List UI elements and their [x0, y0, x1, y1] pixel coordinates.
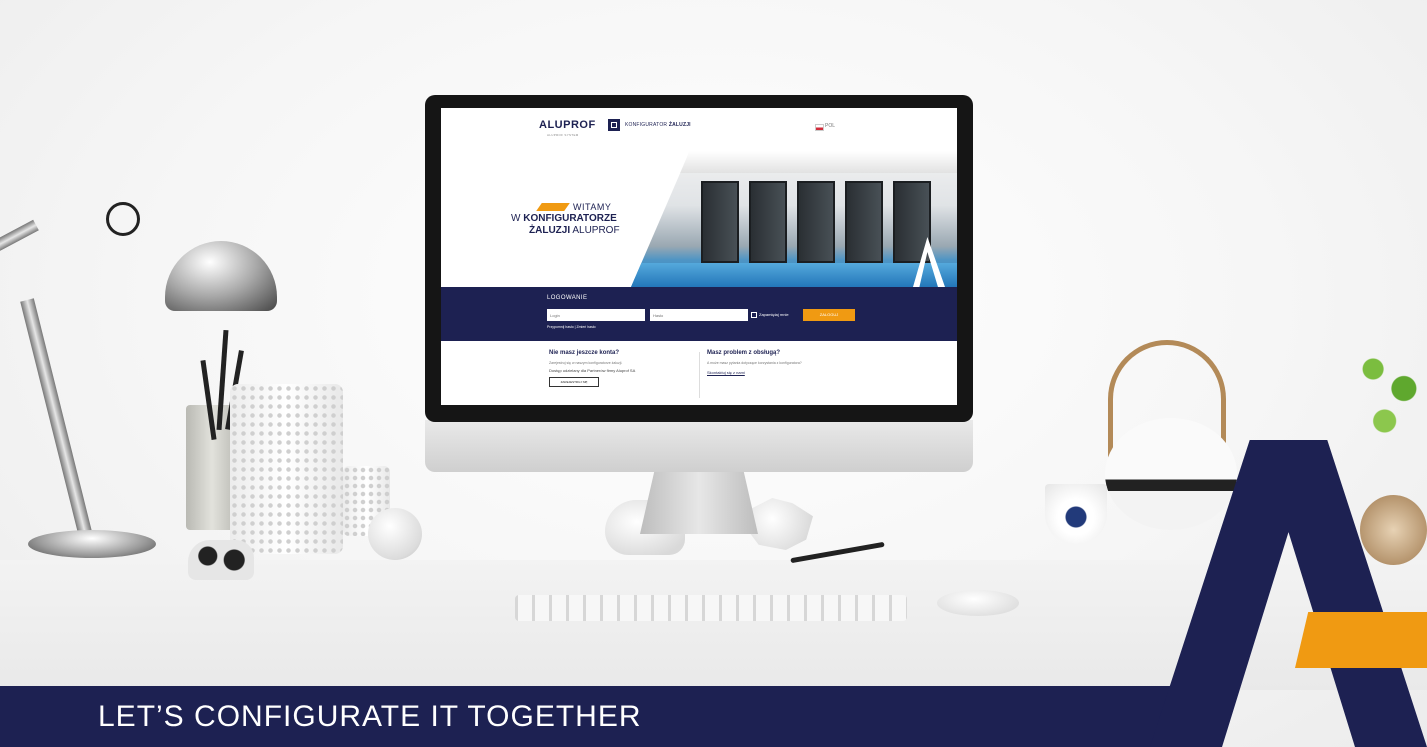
configurator-product: ŻALUZJI [668, 122, 691, 128]
hero-line-1: WITAMY [573, 202, 612, 212]
password-input[interactable] [650, 309, 748, 321]
aluprof-logo-subtitle: ALUPROF SYSTEM [547, 133, 579, 137]
plant [1350, 330, 1427, 460]
desk-scene: ALUPROF ALUPROF SYSTEM KONFIGURATOR ŻALU… [0, 0, 1427, 747]
no-account-section: Nie masz jeszcze konta? Zarejestruj się … [549, 350, 689, 387]
lamp-spring [106, 202, 140, 236]
desk-lamp-head [165, 241, 277, 311]
mouse [937, 590, 1019, 616]
hero-line-2-prefix: W [511, 213, 524, 224]
no-account-text-2: Dostęp udzielany dla Partnerów firmy Alu… [549, 368, 636, 373]
login-button[interactable]: ZALOGUJ [803, 309, 855, 321]
hero-line-3-suffix: ALUPROF [570, 225, 620, 236]
pool [631, 263, 957, 287]
hero-line-3-bold: ŻALUZJI [529, 225, 571, 236]
remember-me-label: Zapamiętaj mnie [759, 312, 789, 318]
aluprof-logo[interactable]: ALUPROF [539, 119, 596, 131]
teacup [1045, 484, 1107, 544]
house-window [797, 181, 835, 263]
monitor-screen: ALUPROF ALUPROF SYSTEM KONFIGURATOR ŻALU… [441, 108, 957, 405]
configurator-icon [608, 119, 620, 131]
no-account-heading: Nie masz jeszcze konta? [549, 350, 620, 356]
support-section: Masz problem z obsługą? A może masz pyta… [707, 350, 867, 375]
panda-figurine [188, 540, 254, 580]
wooden-ornament [1360, 495, 1427, 565]
monitor-chin [425, 420, 973, 472]
house-window [701, 181, 739, 263]
login-band: LOGOWANIE Zapamiętaj mnie ZALOGUJ Przypo… [441, 287, 957, 341]
hero-line-2: W KONFIGURATORZE [511, 213, 617, 224]
poland-flag-icon[interactable] [815, 124, 824, 131]
house-window [749, 181, 787, 263]
house-roof-slab [669, 151, 957, 173]
keyboard [515, 595, 907, 621]
banner-tagline: LET’S CONFIGURATE IT TOGETHER [98, 700, 642, 733]
hero-line-2-bold: KONFIGURATORZE [523, 213, 617, 224]
login-title: LOGOWANIE [547, 295, 588, 301]
lamp-arm-lower [20, 298, 92, 535]
language-selector[interactable]: POL [825, 123, 835, 129]
support-text: A może masz pytania dotyczące korzystani… [707, 361, 802, 365]
register-button[interactable]: ZAREJESTRUJ SIĘ [549, 377, 599, 387]
login-input[interactable] [547, 309, 645, 321]
remember-me-checkbox[interactable]: Zapamiętaj mnie [751, 312, 789, 318]
hero-line-3: ŻALUZJI ALUPROF [529, 225, 620, 236]
perforated-vase [230, 384, 343, 554]
hero-house-image [631, 151, 957, 287]
ceramic-egg [368, 508, 422, 560]
screen-header: ALUPROF ALUPROF SYSTEM KONFIGURATOR ŻALU… [441, 108, 957, 148]
monitor-stand [640, 472, 758, 534]
desk-lamp-base [28, 530, 156, 558]
house-window [845, 181, 883, 263]
contact-link[interactable]: Skontaktuj się z nami [707, 370, 867, 375]
configurator-label: KONFIGURATOR [625, 122, 668, 128]
column-divider [699, 352, 700, 398]
brand-a-orange-bar [1295, 612, 1427, 668]
no-account-text: Zarejestruj się w naszym konfiguratorze … [549, 361, 623, 365]
checkbox-icon[interactable] [751, 312, 757, 318]
forgot-password-link[interactable]: Przypomnij hasło | Zmień hasło [547, 325, 596, 329]
orange-stripe [536, 203, 570, 211]
support-heading: Masz problem z obsługą? [707, 350, 781, 356]
teapot [1105, 418, 1237, 530]
configurator-title: KONFIGURATOR ŻALUZJI [625, 122, 691, 128]
